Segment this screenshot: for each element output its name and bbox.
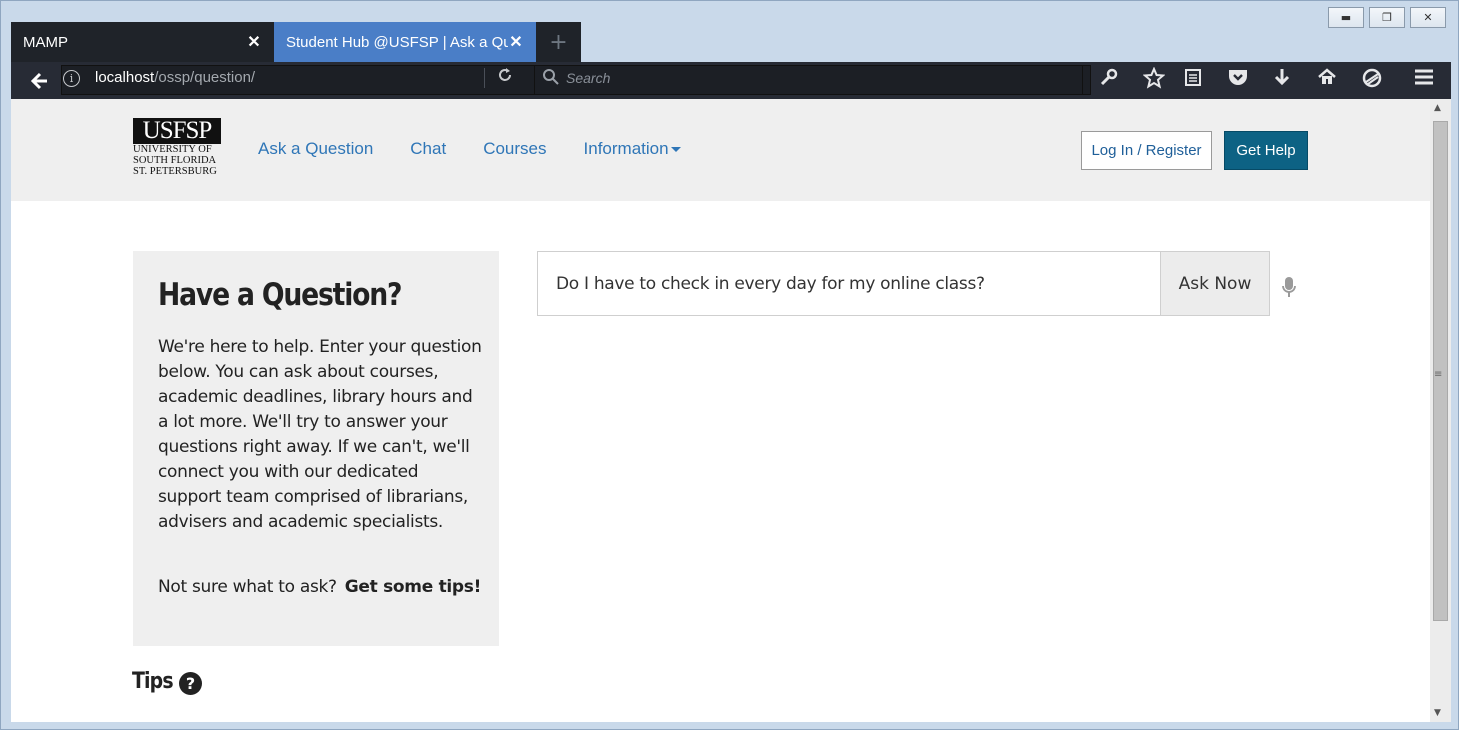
nav-courses[interactable]: Courses — [483, 139, 546, 159]
new-tab-button[interactable]: + — [536, 22, 581, 62]
tab-close-icon[interactable]: ✕ — [508, 32, 524, 52]
back-arrow-icon — [31, 72, 47, 90]
question-panel: Have a Question? We're here to help. Ent… — [133, 251, 499, 646]
browser-window: ▬ ❐ ✕ MAMP ✕ Student Hub @USFSP | Ask a … — [0, 0, 1459, 730]
scroll-down-icon[interactable]: ▼ — [1434, 708, 1441, 718]
menu-icon[interactable] — [1411, 67, 1437, 93]
usfsp-logo[interactable]: USFSP UNIVERSITY OF SOUTH FLORIDA ST. PE… — [133, 118, 223, 177]
logo-line: ST. PETERSBURG — [133, 166, 217, 177]
question-input[interactable]: Do I have to check in every day for my o… — [537, 251, 1161, 316]
tab-title: MAMP — [23, 33, 68, 51]
reader-icon[interactable] — [1180, 67, 1206, 93]
back-button[interactable] — [25, 67, 55, 95]
star-icon[interactable] — [1141, 66, 1167, 93]
url-text[interactable]: localhost/ossp/question/ — [95, 69, 255, 86]
plus-icon: + — [549, 29, 568, 55]
site-header: USFSP UNIVERSITY OF SOUTH FLORIDA ST. PE… — [11, 99, 1430, 201]
url-host: localhost — [95, 69, 155, 86]
home-icon[interactable] — [1314, 67, 1340, 93]
download-icon[interactable] — [1269, 67, 1295, 93]
ask-now-button[interactable]: Ask Now — [1160, 251, 1270, 316]
login-register-button[interactable]: Log In / Register — [1081, 131, 1212, 170]
url-divider — [484, 68, 485, 88]
navigation-toolbar: i localhost/ossp/question/ Search — [11, 62, 1451, 99]
reload-icon[interactable] — [495, 66, 515, 88]
reload-glyph — [499, 68, 511, 81]
close-icon: ✕ — [1423, 11, 1433, 24]
nav-ask-a-question[interactable]: Ask a Question — [258, 139, 373, 159]
tips-line: Not sure what to ask? Get some tips! — [158, 577, 481, 597]
tab-mamp[interactable]: MAMP ✕ — [11, 22, 274, 62]
tips-prompt: Not sure what to ask? — [158, 577, 337, 597]
nav-information-label: Information — [583, 139, 669, 158]
tab-student-hub[interactable]: Student Hub @USFSP | Ask a Question ✕ — [274, 22, 536, 62]
nav-information[interactable]: Information — [584, 139, 681, 159]
question-circle-icon[interactable]: ? — [179, 672, 202, 695]
minimize-icon: ▬ — [1340, 11, 1352, 24]
wrench-icon[interactable] — [1096, 67, 1122, 93]
page-info-icon[interactable]: i — [63, 70, 80, 87]
nav-chat[interactable]: Chat — [410, 139, 446, 159]
logo-line: UNIVERSITY OF — [133, 144, 212, 155]
maximize-icon: ❐ — [1382, 11, 1392, 24]
maximize-button[interactable]: ❐ — [1369, 7, 1405, 28]
tab-title: Student Hub @USFSP | Ask a Question — [286, 33, 508, 51]
url-path: /ossp/question/ — [154, 69, 256, 86]
pocket-icon[interactable] — [1225, 67, 1251, 93]
main-nav: Ask a Question Chat Courses Information — [258, 139, 718, 159]
search-bar[interactable] — [534, 65, 1083, 95]
microphone-icon[interactable] — [1281, 276, 1297, 300]
vertical-scrollbar[interactable]: ▲ ≡ ▼ — [1430, 99, 1451, 722]
caret-down-icon — [670, 147, 681, 153]
scroll-up-icon[interactable]: ▲ — [1434, 103, 1441, 113]
tab-close-icon[interactable]: ✕ — [246, 32, 262, 52]
panel-title: Have a Question? — [158, 277, 403, 313]
get-help-button[interactable]: Get Help — [1224, 131, 1308, 170]
window-close-button[interactable]: ✕ — [1410, 7, 1446, 28]
tips-heading: Tips — [132, 669, 174, 694]
logo-line: SOUTH FLORIDA — [133, 155, 217, 166]
search-placeholder: Search — [566, 70, 611, 86]
logo-wordmark: USFSP — [133, 118, 221, 144]
get-tips-link[interactable]: Get some tips! — [345, 577, 482, 597]
minimize-button[interactable]: ▬ — [1328, 7, 1364, 28]
sync-icon[interactable] — [1359, 67, 1385, 93]
search-icon — [542, 68, 559, 89]
page-viewport: USFSP UNIVERSITY OF SOUTH FLORIDA ST. PE… — [11, 99, 1430, 722]
scroll-grip-icon: ≡ — [1434, 369, 1443, 380]
panel-intro: We're here to help. Enter your question … — [158, 337, 482, 532]
